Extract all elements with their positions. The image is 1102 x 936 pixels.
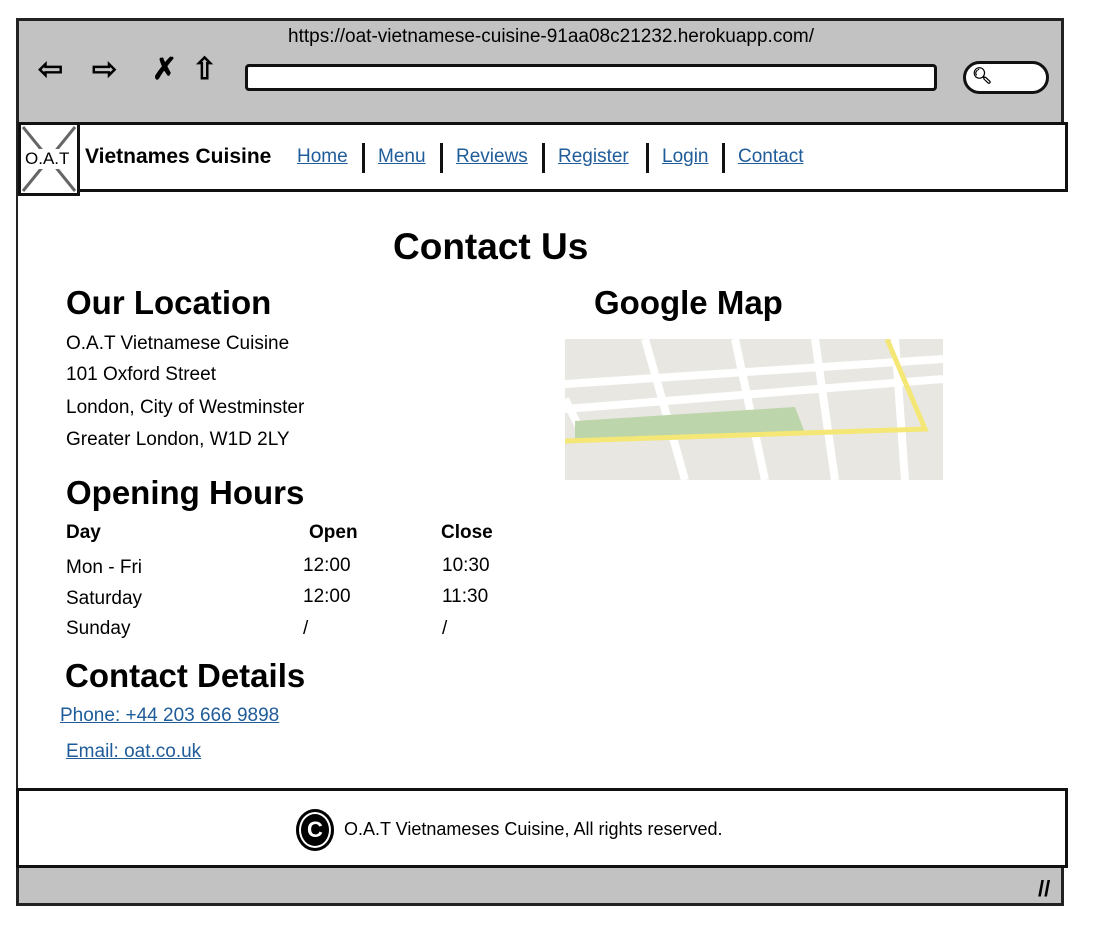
map-heading: Google Map bbox=[594, 284, 783, 321]
back-icon[interactable]: ⇦ bbox=[38, 52, 63, 87]
hours-open: 12:00 bbox=[303, 555, 351, 576]
nav-contact[interactable]: Contact bbox=[738, 146, 803, 168]
nav-menu[interactable]: Menu bbox=[378, 146, 426, 168]
search-icon: 🔍︎ bbox=[972, 68, 993, 85]
hours-close: 10:30 bbox=[442, 555, 490, 576]
address-line: 101 Oxford Street bbox=[66, 364, 216, 385]
hours-day: Mon - Fri bbox=[66, 557, 142, 578]
nav-divider bbox=[362, 143, 365, 173]
address-bar[interactable] bbox=[245, 64, 937, 91]
logo-text: O.A.T bbox=[23, 149, 72, 169]
hours-heading: Opening Hours bbox=[66, 474, 305, 511]
map-image[interactable] bbox=[565, 339, 943, 480]
url-text: https://oat-vietnamese-cuisine-91aa08c21… bbox=[288, 26, 814, 47]
search-field[interactable]: 🔍︎ bbox=[963, 61, 1049, 94]
hours-close: / bbox=[442, 618, 448, 639]
hours-col-close: Close bbox=[441, 522, 493, 543]
email-link[interactable]: Email: oat.co.uk bbox=[66, 741, 201, 763]
phone-link[interactable]: Phone: +44 203 666 9898 bbox=[60, 705, 279, 727]
nav-reviews[interactable]: Reviews bbox=[456, 146, 528, 168]
location-heading: Our Location bbox=[66, 284, 272, 321]
address-line: London, City of Westminster bbox=[66, 397, 305, 418]
hours-day: Saturday bbox=[66, 588, 143, 609]
hours-close: 11:30 bbox=[442, 586, 489, 607]
resize-handle-icon[interactable]: // bbox=[1038, 876, 1050, 902]
hours-open: / bbox=[303, 618, 309, 639]
brand-name: Vietnames Cuisine bbox=[85, 145, 272, 168]
footer-text: O.A.T Vietnameses Cuisine, All rights re… bbox=[344, 819, 723, 839]
page-title: Contact Us bbox=[393, 226, 589, 267]
contact-heading: Contact Details bbox=[65, 657, 306, 694]
hours-col-day: Day bbox=[66, 522, 101, 543]
nav-divider bbox=[542, 143, 545, 173]
hours-col-open: Open bbox=[309, 522, 358, 543]
nav-divider bbox=[646, 143, 649, 173]
nav-divider bbox=[722, 143, 725, 173]
nav-divider bbox=[440, 143, 443, 173]
logo[interactable]: O.A.T bbox=[18, 122, 80, 196]
stop-icon[interactable]: ✗ bbox=[152, 52, 177, 87]
hours-open: 12:00 bbox=[303, 586, 351, 607]
nav-home[interactable]: Home bbox=[297, 146, 348, 168]
address-line: O.A.T Vietnamese Cuisine bbox=[66, 333, 290, 354]
nav-login[interactable]: Login bbox=[662, 146, 709, 168]
home-icon[interactable]: ⇧ bbox=[192, 52, 217, 87]
copyright-icon: C bbox=[296, 809, 334, 851]
nav-register[interactable]: Register bbox=[558, 146, 629, 168]
forward-icon[interactable]: ⇨ bbox=[92, 52, 117, 87]
address-line: Greater London, W1D 2LY bbox=[66, 429, 290, 450]
hours-day: Sunday bbox=[66, 618, 131, 639]
